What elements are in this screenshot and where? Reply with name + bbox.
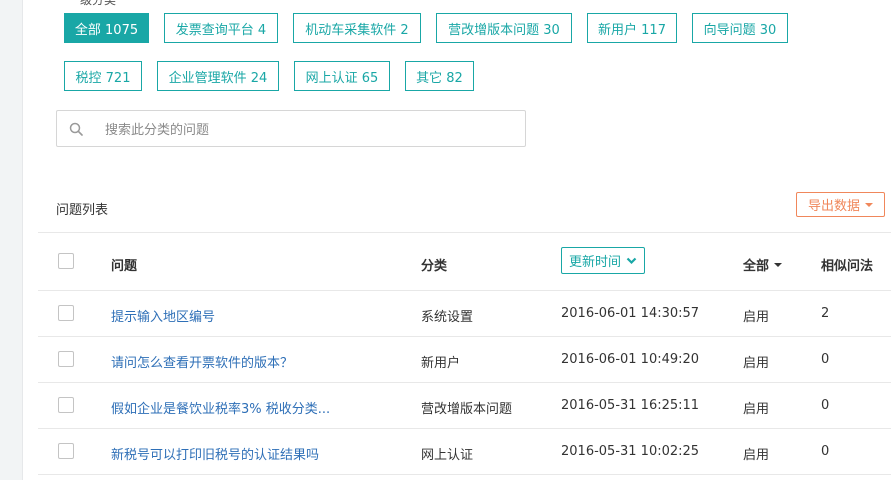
header-question: 问题 (111, 259, 138, 274)
select-all-checkbox[interactable] (58, 253, 74, 269)
row-category: 系统设置 (421, 310, 474, 325)
export-data-button[interactable]: 导出数据 (796, 192, 885, 217)
row-similar: 2 (821, 306, 830, 321)
row-divider (38, 474, 891, 475)
search-input[interactable] (103, 119, 507, 141)
row-divider (38, 336, 891, 337)
question-link[interactable]: 假如企业是餐饮业税率3% 税收分类... (111, 398, 330, 417)
row-category: 营改增版本问题 (421, 402, 513, 417)
row-updated: 2016-06-01 14:30:57 (561, 306, 700, 321)
header-status: 全部 (743, 259, 770, 274)
row-status: 启用 (743, 356, 770, 371)
sort-updated-button[interactable]: 更新时间 (561, 247, 645, 274)
search-box (56, 110, 526, 147)
caret-down-icon (774, 262, 783, 267)
chevron-down-icon (626, 257, 637, 264)
chip-invoice-query[interactable]: 发票查询平台 4 (164, 13, 278, 43)
row-status: 启用 (743, 310, 770, 325)
list-title: 问题列表 (56, 203, 109, 218)
category-group-label: 一级分类 (68, 0, 117, 7)
row-divider (38, 382, 891, 383)
row-status: 启用 (743, 448, 770, 463)
question-link[interactable]: 提示输入地区编号 (111, 306, 215, 325)
chip-vehicle-software[interactable]: 机动车采集软件 2 (293, 13, 421, 43)
export-label: 导出数据 (807, 199, 860, 214)
chip-all[interactable]: 全部 1075 (64, 13, 149, 43)
header-category: 分类 (421, 259, 448, 274)
table-header-border (38, 290, 891, 291)
row-similar: 0 (821, 352, 830, 367)
row-updated: 2016-06-01 10:49:20 (561, 352, 700, 367)
row-status: 启用 (743, 402, 770, 417)
chip-vat-version[interactable]: 营改增版本问题 30 (436, 13, 572, 43)
question-link[interactable]: 新税号可以打印旧税号的认证结果吗 (111, 444, 319, 463)
row-checkbox[interactable] (58, 351, 74, 367)
chip-enterprise-software[interactable]: 企业管理软件 24 (157, 61, 279, 91)
chip-tax-control[interactable]: 税控 721 (64, 61, 142, 91)
row-checkbox[interactable] (58, 397, 74, 413)
chip-other[interactable]: 其它 82 (405, 61, 474, 91)
header-similar: 相似问法 (821, 259, 874, 274)
chip-wizard[interactable]: 向导问题 30 (692, 13, 788, 43)
table-top-border (38, 232, 891, 233)
chip-online-auth[interactable]: 网上认证 65 (294, 61, 390, 91)
caret-down-icon (865, 202, 873, 207)
row-updated: 2016-05-31 16:25:11 (561, 398, 700, 413)
row-checkbox[interactable] (58, 305, 74, 321)
row-category: 网上认证 (421, 448, 474, 463)
search-icon (69, 122, 83, 136)
row-checkbox[interactable] (58, 443, 74, 459)
row-category: 新用户 (421, 356, 461, 371)
row-similar: 0 (821, 444, 830, 459)
question-link[interactable]: 请问怎么查看开票软件的版本？ (111, 352, 293, 371)
row-divider (38, 428, 891, 429)
chip-new-user[interactable]: 新用户 117 (587, 13, 677, 43)
row-similar: 0 (821, 398, 830, 413)
header-updated: 更新时间 (568, 255, 621, 270)
left-sidebar-edge (0, 0, 23, 480)
status-filter-dropdown[interactable]: 全部 (743, 255, 783, 274)
row-updated: 2016-05-31 10:02:25 (561, 444, 700, 459)
